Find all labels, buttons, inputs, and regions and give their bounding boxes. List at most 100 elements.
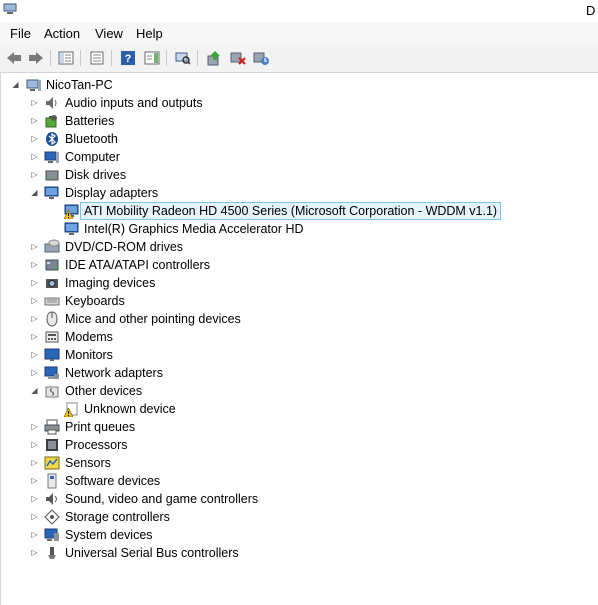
expand-arrow-icon[interactable]: ▷ xyxy=(30,494,39,503)
expand-arrow-icon[interactable]: ▷ xyxy=(30,476,39,485)
software-device-icon xyxy=(44,473,60,489)
tree-category-network-adapters[interactable]: ▷ Network adapters xyxy=(1,364,591,382)
tree-category-dvd-cd-rom-drives[interactable]: ▷ DVD/CD-ROM drives xyxy=(1,238,591,256)
usb-icon xyxy=(44,545,60,561)
expand-arrow-icon[interactable]: ▷ xyxy=(30,170,39,179)
expand-arrow-icon[interactable]: ▷ xyxy=(30,440,39,449)
toolbar-separator xyxy=(50,50,51,66)
expand-arrow-icon[interactable]: ▷ xyxy=(30,296,39,305)
collapse-arrow-icon[interactable]: ◢ xyxy=(11,80,20,89)
expand-arrow-icon[interactable]: ▷ xyxy=(30,242,39,251)
tree-category-sound-video-and-game-controllers[interactable]: ▷ Sound, video and game controllers xyxy=(1,490,591,508)
tree-device[interactable]: Intel(R) Graphics Media Accelerator HD xyxy=(1,220,591,238)
computer-icon xyxy=(26,77,42,93)
menu-action[interactable]: Action xyxy=(44,26,80,41)
action-pane-icon[interactable] xyxy=(142,49,161,67)
tree-category-label: DVD/CD-ROM drives xyxy=(65,240,184,254)
tree-category-sensors[interactable]: ▷ Sensors xyxy=(1,454,591,472)
tree-category-label: Display adapters xyxy=(65,186,159,200)
expand-arrow-icon[interactable]: ▷ xyxy=(30,530,39,539)
expand-arrow-icon[interactable]: ▷ xyxy=(30,512,39,521)
tree-category-label: Other devices xyxy=(65,384,143,398)
sound-icon xyxy=(44,491,60,507)
tree-device-label: Unknown device xyxy=(84,402,176,416)
processor-icon xyxy=(44,437,60,453)
device-manager-app-icon[interactable] xyxy=(3,3,17,15)
tree-category-computer[interactable]: ▷ Computer xyxy=(1,148,591,166)
expand-arrow-icon[interactable]: ▷ xyxy=(30,134,39,143)
tree-category-modems[interactable]: ▷ Modems xyxy=(1,328,591,346)
console-tree-icon[interactable] xyxy=(56,49,75,67)
warning-device-icon xyxy=(64,203,80,219)
help-icon[interactable]: ? xyxy=(118,49,137,67)
tree-category-ide-ata-atapi-controllers[interactable]: ▷ IDE ATA/ATAPI controllers xyxy=(1,256,591,274)
expand-arrow-icon[interactable]: ▷ xyxy=(30,260,39,269)
tree-category-keyboards[interactable]: ▷ Keyboards xyxy=(1,292,591,310)
tree-device-warning[interactable]: ATI Mobility Radeon HD 4500 Series (Micr… xyxy=(1,202,591,220)
network-adapter-icon xyxy=(44,365,60,381)
tree-category-other-devices[interactable]: ◢ Other devices xyxy=(1,382,591,400)
tree-category-display-adapters[interactable]: ◢ Display adapters xyxy=(1,184,591,202)
tree-category-disk-drives[interactable]: ▷ Disk drives xyxy=(1,166,591,184)
storage-controller-icon xyxy=(44,509,60,525)
toolbar-separator xyxy=(111,50,112,66)
monitor-icon xyxy=(44,347,60,363)
tree-category-monitors[interactable]: ▷ Monitors xyxy=(1,346,591,364)
tree-category-universal-serial-bus-controllers[interactable]: ▷ Universal Serial Bus controllers xyxy=(1,544,591,562)
sensor-icon xyxy=(44,455,60,471)
tree-category-mice-and-other-pointing-devices[interactable]: ▷ Mice and other pointing devices xyxy=(1,310,591,328)
expand-arrow-icon[interactable]: ▷ xyxy=(30,116,39,125)
disable-device-icon[interactable] xyxy=(228,49,247,67)
uninstall-icon[interactable] xyxy=(251,49,270,67)
menu-help[interactable]: Help xyxy=(136,26,163,41)
expand-arrow-icon[interactable]: ▷ xyxy=(30,368,39,377)
forward-icon[interactable] xyxy=(26,49,45,67)
title-bar: D xyxy=(0,0,598,22)
disk-drive-icon xyxy=(44,167,60,183)
tree-category-label: Batteries xyxy=(65,114,115,128)
modem-icon xyxy=(44,329,60,345)
collapse-arrow-icon[interactable]: ◢ xyxy=(30,386,39,395)
tree-category-label: Print queues xyxy=(65,420,136,434)
back-icon[interactable] xyxy=(4,49,23,67)
expand-arrow-icon[interactable]: ▷ xyxy=(30,332,39,341)
toolbar-separator xyxy=(166,50,167,66)
expand-arrow-icon[interactable]: ▷ xyxy=(30,422,39,431)
ide-controller-icon xyxy=(44,257,60,273)
tree-category-system-devices[interactable]: ▷ System devices xyxy=(1,526,591,544)
expand-arrow-icon[interactable]: ▷ xyxy=(30,350,39,359)
bluetooth-icon xyxy=(44,131,60,147)
expand-arrow-icon[interactable]: ▷ xyxy=(30,152,39,161)
expand-arrow-icon[interactable]: ▷ xyxy=(30,278,39,287)
tree-category-batteries[interactable]: ▷ Batteries xyxy=(1,112,591,130)
audio-icon xyxy=(44,95,60,111)
properties-icon[interactable] xyxy=(87,49,106,67)
toolbar-separator xyxy=(197,50,198,66)
tree-device-label: ATI Mobility Radeon HD 4500 Series (Micr… xyxy=(80,202,502,220)
tree-category-imaging-devices[interactable]: ▷ Imaging devices xyxy=(1,274,591,292)
tree-category-software-devices[interactable]: ▷ Software devices xyxy=(1,472,591,490)
tree-category-bluetooth[interactable]: ▷ Bluetooth xyxy=(1,130,591,148)
tree-category-print-queues[interactable]: ▷ Print queues xyxy=(1,418,591,436)
tree-root[interactable]: ◢ NicoTan-PC xyxy=(1,76,591,94)
tree-category-processors[interactable]: ▷ Processors xyxy=(1,436,591,454)
tree-category-storage-controllers[interactable]: ▷ Storage controllers xyxy=(1,508,591,526)
device-tree: ◢ NicoTan-PC ▷ Audio inputs and outputs ▷ Bat… xyxy=(0,73,598,605)
collapse-arrow-icon[interactable]: ◢ xyxy=(30,188,39,197)
expand-arrow-icon[interactable]: ▷ xyxy=(30,548,39,557)
tree-category-audio-inputs-and-outputs[interactable]: ▷ Audio inputs and outputs xyxy=(1,94,591,112)
tree-category-label: Sound, video and game controllers xyxy=(65,492,259,506)
expand-arrow-icon[interactable]: ▷ xyxy=(30,458,39,467)
update-driver-icon[interactable] xyxy=(204,49,223,67)
system-device-icon xyxy=(44,527,60,543)
computer-icon xyxy=(44,149,60,165)
expand-arrow-icon[interactable]: ▷ xyxy=(30,98,39,107)
scan-hardware-icon[interactable] xyxy=(173,49,192,67)
other-devices-icon xyxy=(44,383,60,399)
tree-device-label: Intel(R) Graphics Media Accelerator HD xyxy=(84,222,304,236)
menu-file[interactable]: File xyxy=(10,26,31,41)
expand-arrow-icon[interactable]: ▷ xyxy=(30,314,39,323)
menu-view[interactable]: View xyxy=(95,26,123,41)
tree-category-label: System devices xyxy=(65,528,153,542)
tree-device-warning[interactable]: Unknown device xyxy=(1,400,591,418)
